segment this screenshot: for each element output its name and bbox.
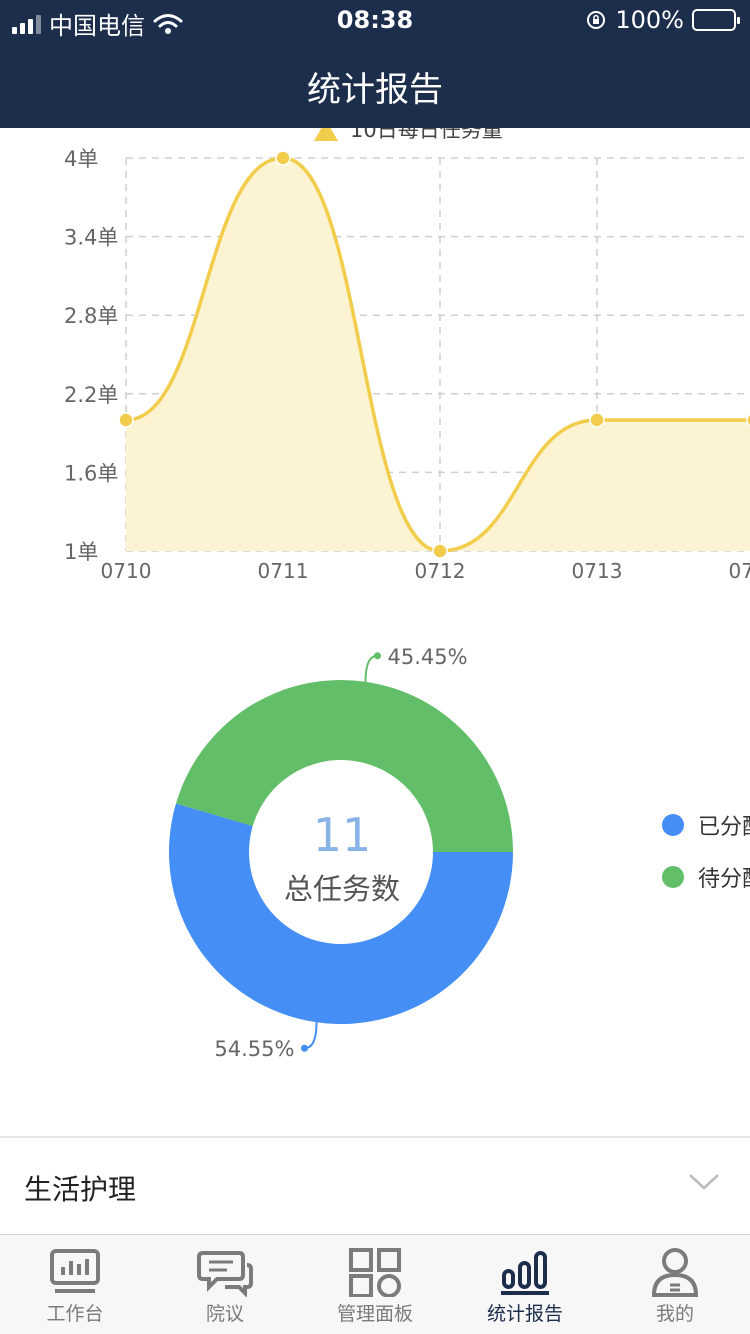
tab-label-mine: 我的 — [655, 1303, 694, 1325]
chevron-down-icon[interactable] — [688, 1172, 720, 1192]
legend-marker[interactable] — [314, 128, 338, 141]
tab-bar: 工作台 院议 管理面板 统计报告 我的 — [0, 1234, 750, 1334]
x-tick-label: 0713 — [572, 559, 623, 583]
task-distribution-chart: 54.55% 45.45% 11 总任务数 已分配 待分配 — [0, 600, 750, 1120]
tab-management-panel[interactable]: 管理面板 — [300, 1235, 450, 1334]
tab-label-council: 院议 — [205, 1303, 244, 1325]
top-bar: 中国电信 08:38 100% 统计报告 — [0, 0, 750, 128]
dashboard-chart-icon — [50, 1249, 100, 1293]
callout-dot — [300, 1044, 308, 1052]
x-tick-label: 0712 — [415, 559, 466, 583]
app-screen: 中国电信 08:38 100% 统计报告 10日每日任务量 1单 1.6单 2.… — [0, 0, 750, 1334]
donut-legend: 已分配 待分配 — [662, 812, 750, 916]
chat-bubbles-icon — [197, 1251, 253, 1297]
status-right: 100% — [585, 6, 740, 34]
daily-task-chart-svg: 10日每日任务量 1单 1.6单 2.2单 2.8单 3.4单 4单 0710 0711 07… — [64, 128, 750, 583]
user-icon — [651, 1248, 699, 1297]
legend-label-assigned: 已分配 — [698, 815, 750, 840]
y-tick-label: 2.2单 — [64, 383, 118, 407]
stats-bars-icon — [501, 1251, 549, 1295]
daily-task-chart: 10日每日任务量 1单 1.6单 2.2单 2.8单 3.4单 4单 0710 0711 07… — [0, 128, 750, 598]
y-tick-label: 1单 — [64, 540, 98, 564]
legend-item-pending[interactable]: 待分配 — [662, 864, 750, 892]
chart-legend-label[interactable]: 10日每日任务量 — [350, 128, 503, 142]
x-tick-label: 0711 — [258, 559, 309, 583]
life-care-section[interactable]: 生活护理 — [0, 1138, 750, 1234]
y-tick-label: 4单 — [64, 147, 98, 171]
legend-item-assigned[interactable]: 已分配 — [662, 812, 750, 840]
tab-mine[interactable]: 我的 — [600, 1235, 750, 1334]
x-tick-label: 0714 — [729, 559, 750, 583]
grid-panel-icon — [349, 1248, 401, 1297]
tab-label-workbench: 工作台 — [46, 1303, 104, 1325]
callout-line — [364, 654, 378, 682]
section-title: 生活护理 — [24, 1173, 137, 1206]
y-tick-label: 3.4单 — [64, 226, 118, 250]
page-title: 统计报告 — [307, 70, 443, 110]
data-point[interactable] — [589, 412, 605, 428]
area-fill — [126, 158, 750, 551]
total-task-count: 11 — [312, 808, 372, 862]
rotation-lock-icon — [587, 11, 606, 29]
battery-icon — [692, 9, 740, 31]
legend-swatch-assigned — [662, 814, 684, 836]
tab-council[interactable]: 院议 — [150, 1235, 300, 1334]
callout-line — [304, 1022, 318, 1050]
status-bar: 中国电信 08:38 100% — [0, 0, 750, 40]
total-task-label: 总任务数 — [283, 872, 400, 906]
slice-percent-label: 54.55% — [214, 1037, 294, 1061]
data-point[interactable] — [432, 543, 448, 559]
tab-label-statistics-report: 统计报告 — [486, 1303, 563, 1325]
tab-statistics-report[interactable]: 统计报告 — [450, 1235, 600, 1334]
legend-label-pending: 待分配 — [698, 867, 750, 892]
y-tick-label: 1.6单 — [64, 461, 118, 485]
callout-dot — [374, 652, 382, 660]
tab-label-management-panel: 管理面板 — [336, 1303, 413, 1325]
x-tick-label: 0710 — [101, 559, 152, 583]
y-tick-label: 2.8单 — [64, 304, 118, 328]
data-point[interactable] — [275, 150, 291, 166]
battery-percent: 100% — [615, 6, 684, 34]
tab-workbench[interactable]: 工作台 — [0, 1235, 150, 1334]
data-point[interactable] — [118, 412, 134, 428]
legend-swatch-pending — [662, 866, 684, 888]
slice-percent-label: 45.45% — [388, 645, 468, 669]
